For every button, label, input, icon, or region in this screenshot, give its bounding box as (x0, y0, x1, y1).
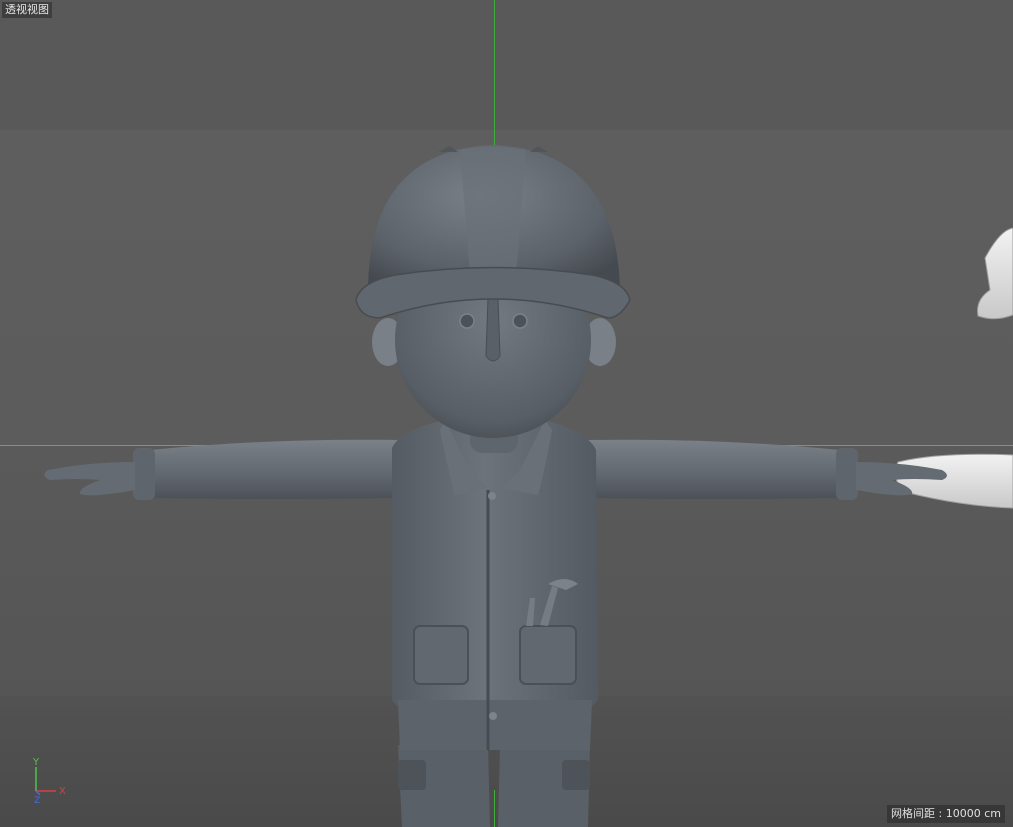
right-arm (588, 439, 947, 500)
3d-viewport[interactable]: 透视视图 Y X Z 网格间距 : 10000 cm (0, 0, 1013, 827)
axis-gizmo: Y X Z (32, 757, 66, 805)
left-eye (459, 313, 475, 329)
right-eye (512, 313, 528, 329)
viewport-name-label[interactable]: 透视视图 (2, 2, 52, 18)
y-axis-label: Y (32, 757, 40, 768)
grid-spacing-label: 网格间距 : 10000 cm (887, 805, 1005, 823)
legs (398, 745, 590, 827)
z-axis-label: Z (34, 796, 40, 805)
hard-hat (355, 145, 631, 319)
left-arm (44, 439, 402, 500)
character-model[interactable] (0, 0, 1013, 827)
nose (485, 294, 501, 362)
torso-vest (392, 420, 598, 750)
x-axis-label: X (59, 786, 66, 797)
